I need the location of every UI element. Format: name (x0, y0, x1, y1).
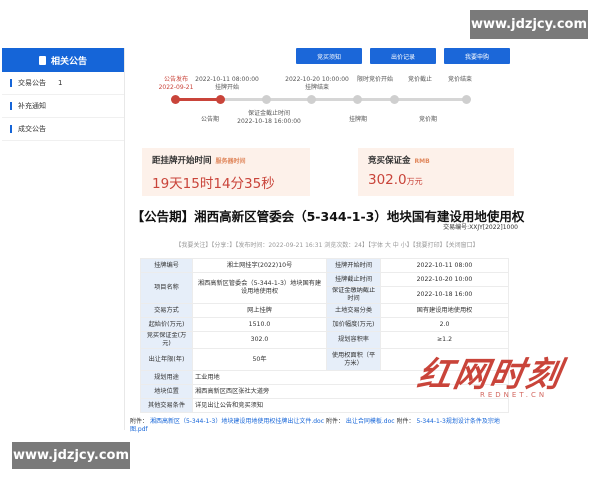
table-row: 竞买保证金(万元) 302.0 规划容积率 ≥1.2 (140, 331, 509, 349)
table-cell-label: 挂牌编号 (140, 258, 193, 273)
timeline-node (216, 95, 225, 104)
table-cell: 2.0 (380, 317, 509, 332)
table-cell: 网上挂牌 (192, 303, 327, 318)
table-cell-label: 使用权面积（平方米） (326, 348, 381, 371)
attachment-link[interactable]: 湘西高新区（5-344-1-3）地块建设用地使用权挂牌出让文件.doc (150, 418, 324, 425)
timeline-progress (175, 98, 220, 101)
countdown-value: 19天15时14分35秒 (152, 176, 275, 192)
timeline-node (171, 95, 180, 104)
watermark-top: www.jdzjcy.com (470, 10, 588, 39)
timeline-step-label: 保证金截止时间 2022-10-18 16:00:00 (237, 110, 301, 125)
attachments-label: 附件： (325, 418, 344, 425)
deposit-box: 竞买保证金 RMB 302.0万元 (358, 148, 514, 196)
timeline-node (262, 95, 271, 104)
countdown-box: 距挂牌开始时间 服务器时间 19天15时14分35秒 (142, 148, 310, 196)
table-cell: ≥1.2 (380, 331, 509, 349)
sidebar-header: 相关公告 (2, 48, 124, 72)
bidding-notice-button[interactable]: 竞买须知 (296, 48, 362, 64)
timeline-step-label: 2022-10-20 10:00:00 挂牌结束 (285, 76, 349, 91)
timeline-step-label: 竞价结束 (447, 76, 472, 83)
table-cell: 1510.0 (192, 317, 327, 332)
sidebar-item-supplement[interactable]: 补充通知 (2, 95, 124, 118)
table-cell-label: 竞买保证金(万元) (140, 331, 193, 349)
timeline-phase-label: 竞价期 (418, 116, 437, 123)
timeline-step-label: 竞价截止 (407, 76, 432, 83)
table-cell: 国有建设用地使用权 (380, 303, 509, 318)
table-cell: 302.0 (192, 331, 327, 349)
table-cell: 详见出让公告和竞买须知 (192, 398, 509, 413)
table-cell-label: 交易方式 (140, 303, 193, 318)
countdown-label: 距挂牌开始时间 服务器时间 (152, 156, 246, 166)
table-cell: 湘西高新区管委会（5-344-1-3）地块国有建设用地使用权 (192, 272, 327, 304)
deposit-label: 竞买保证金 RMB (368, 156, 430, 166)
table-cell: 2022-10-11 08:00 (380, 258, 509, 273)
table-cell-label: 起始价(万元) (140, 317, 193, 332)
bullet-icon (10, 79, 12, 87)
trade-number: 交易编号:XXJY[2022]1000 (443, 224, 518, 231)
rednet-logo: 红网时刻 REDNET.CN (414, 355, 566, 399)
table-cell-label: 挂牌截止时间 (326, 272, 381, 287)
timeline-phase-label: 挂牌期 (348, 116, 367, 123)
table-cell-label: 挂牌开始时间 (326, 258, 381, 273)
table-row: 起始价(万元) 1510.0 加价幅度(万元) 2.0 (140, 317, 509, 332)
table-cell: 50年 (192, 348, 327, 371)
table-cell-label: 其他交易条件 (140, 398, 193, 413)
timeline-node (390, 95, 399, 104)
bullet-icon (10, 125, 12, 133)
sidebar-item-label: 交易公告 (18, 79, 46, 87)
document-icon (38, 55, 46, 65)
sidebar-item-label: 成交公告 (18, 125, 46, 133)
bullet-icon (10, 102, 12, 110)
table-cell-label: 地块位置 (140, 384, 193, 399)
attachment-link[interactable]: 出让合同模板.doc (346, 418, 395, 425)
sidebar-item-count: 1 (58, 79, 63, 87)
table-row: 交易方式 网上挂牌 土地交易分类 国有建设用地使用权 (140, 303, 509, 318)
table-cell-label: 保证金缴纳截止时间 (326, 286, 381, 304)
meta-toolbar[interactable]: 【我要关注】【分享：】【发布时间：2022-09-21 16:31 浏览次数：2… (128, 240, 526, 249)
timeline-step-label: 限时竞价开始 (356, 76, 393, 83)
table-cell: 2022-10-20 10:00 (380, 272, 509, 287)
table-cell-label: 项目名称 (140, 272, 193, 304)
table-cell-label: 规划容积率 (326, 331, 381, 349)
table-cell-label: 加价幅度(万元) (326, 317, 381, 332)
timeline-node (307, 95, 316, 104)
apply-button[interactable]: 我要申购 (444, 48, 510, 64)
attachments: 附件： 湘西高新区（5-344-1-3）地块建设用地使用权挂牌出让文件.doc … (130, 418, 514, 434)
table-cell-label: 规划用途 (140, 370, 193, 385)
timeline-node (353, 95, 362, 104)
sidebar-title: 相关公告 (50, 56, 87, 67)
sidebar-item-label: 补充通知 (18, 102, 46, 110)
timeline-step-label: 2022-10-11 08:00:00 挂牌开始 (195, 76, 259, 91)
attachments-label: 附件： (130, 418, 149, 425)
table-cell-label: 土地交易分类 (326, 303, 381, 318)
attachments-label: 附件： (396, 418, 415, 425)
watermark-bottom: www.jdzjcy.com (12, 442, 130, 469)
table-row: 项目名称 湘西高新区管委会（5-344-1-3）地块国有建设用地使用权 挂牌截止… (140, 272, 509, 304)
table-cell: 湘土网挂字(2022)10号 (192, 258, 327, 273)
sidebar: 相关公告 交易公告 1 补充通知 成交公告 (2, 48, 125, 430)
bid-record-button[interactable]: 出价记录 (370, 48, 436, 64)
table-row: 其他交易条件 详见出让公告和竞买须知 (140, 398, 509, 413)
timeline-phase-label: 公告期 (200, 116, 219, 123)
timeline-node (462, 95, 471, 104)
table-cell: 2022-10-18 16:00 (380, 286, 509, 304)
timeline-track (220, 98, 468, 101)
sidebar-item-deal-notice[interactable]: 成交公告 (2, 118, 124, 141)
table-row: 挂牌编号 湘土网挂字(2022)10号 挂牌开始时间 2022-10-11 08… (140, 258, 509, 273)
table-cell-label: 出让年限(年) (140, 348, 193, 371)
sidebar-item-trade-notice[interactable]: 交易公告 1 (2, 72, 124, 95)
deposit-value: 302.0万元 (368, 172, 423, 188)
